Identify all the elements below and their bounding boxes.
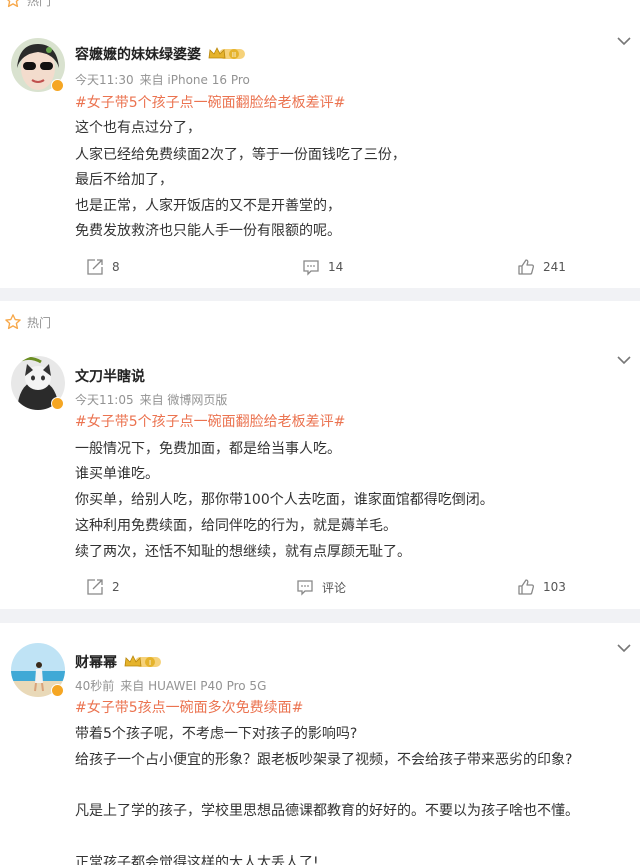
like-count: 241 [543,260,566,274]
repost-button[interactable]: 8 [86,258,120,276]
username[interactable]: 文刀半瞎说 [75,366,145,386]
comment-line: 带着5个孩子呢，不考虑一下对孩子的影响吗? [75,726,358,742]
crown-icon: I [123,654,163,670]
post-time: 今天11:30 [75,73,134,87]
comment-line: 续了两次，还恬不知耻的想继续，就有点厚颜无耻了。 [75,544,411,560]
repost-icon [87,259,103,275]
repost-count: 8 [112,260,120,274]
weibo-comment-card: 财幂幂 I 40秒前 来自 HUAWEI P40 Pro 5G #女子带5孩点一碗… [0,623,640,865]
repost-icon [87,579,103,595]
comment-line: 你买单，给别人吃，那你带100个人去吃面，谁家面馆都得吃倒闭。 [75,492,494,508]
like-count: 103 [543,580,566,594]
like-button[interactable]: 241 [517,258,566,276]
post-source: 来自 iPhone 16 Pro [139,73,250,87]
comment-count: 14 [328,260,344,274]
comment-line: 正常孩子都会觉得这样的大人太丢人了! [75,855,319,865]
crown-icon: II [207,46,247,62]
hot-tag: 热门 [0,0,51,10]
comment-line: 人家已经给免费续面2次了，等于一份面钱吃了三份， [75,147,406,163]
comment-icon [303,260,319,276]
topic-link[interactable]: #女子带5个孩子点一碗面翻脸给老板差评# [75,92,345,112]
comment-line: 这种利用免费续面，给同伴吃的行为，就是薅羊毛。 [75,518,397,534]
comment-line: 也是正常，人家开饭店的又不是开善堂的， [75,198,341,214]
username[interactable]: 财幂幂 [75,652,117,672]
comment-line: 最后不给加了， [75,172,173,188]
comment-line: 凡是上了学的孩子，学校里思想品德课都教育的好好的。不要以为孩子啥也不懂。 [75,803,579,819]
hot-label: 热门 [27,0,52,8]
svg-text:I: I [149,659,151,667]
verified-icon [51,397,64,410]
topic-link[interactable]: #女子带5个孩子点一碗面翻脸给老板差评# [75,411,345,431]
comment-count: 评论 [322,580,347,595]
verified-icon [51,684,64,697]
comment-line: 免费发放救济也只能人手一份有限额的呢。 [75,223,341,239]
weibo-comment-card: 热门 容嬷嬷的妹妹绿婆婆 II 今天11:30 来自 iPhone 16 Pro … [0,0,640,288]
comment-button[interactable]: 评论 [296,578,346,596]
topic-link[interactable]: #女子带5孩点一碗面多次免费续面# [75,697,303,717]
comment-line: 一般情况下，免费加面，都是给当事人吃。 [75,441,341,457]
like-icon [518,579,535,595]
like-icon [518,259,535,275]
chevron-down-icon[interactable] [616,355,632,365]
post-source: 来自 微博网页版 [139,393,228,407]
verified-icon [51,79,64,92]
comment-button[interactable]: 14 [302,258,343,276]
post-time: 今天11:05 [75,393,134,407]
hot-label: 热门 [27,315,52,330]
chevron-down-icon[interactable] [616,643,632,653]
comment-line: 这个也有点过分了， [75,120,201,136]
hot-tag: 热门 [0,312,51,332]
comment-icon [297,580,313,596]
post-source: 来自 HUAWEI P40 Pro 5G [120,679,267,693]
repost-button[interactable]: 2 [86,578,120,596]
comment-line: 谁买单谁吃。 [75,466,159,482]
like-button[interactable]: 103 [517,578,566,596]
weibo-comment-card: 热门 文刀半瞎说 今天11:05 来自 微博网页版 #女子带5个孩子点一碗面翻脸给… [0,301,640,609]
post-time: 40秒前 [75,679,115,693]
star-icon [5,314,21,330]
username[interactable]: 容嬷嬷的妹妹绿婆婆 [75,44,201,64]
svg-text:II: II [232,51,236,59]
chevron-down-icon[interactable] [616,36,632,46]
comment-line: 给孩子一个占小便宜的形象？跟老板吵架录了视频，不会给孩子带来恶劣的印象? [75,752,573,768]
star-icon [7,0,19,8]
repost-count: 2 [112,580,120,594]
